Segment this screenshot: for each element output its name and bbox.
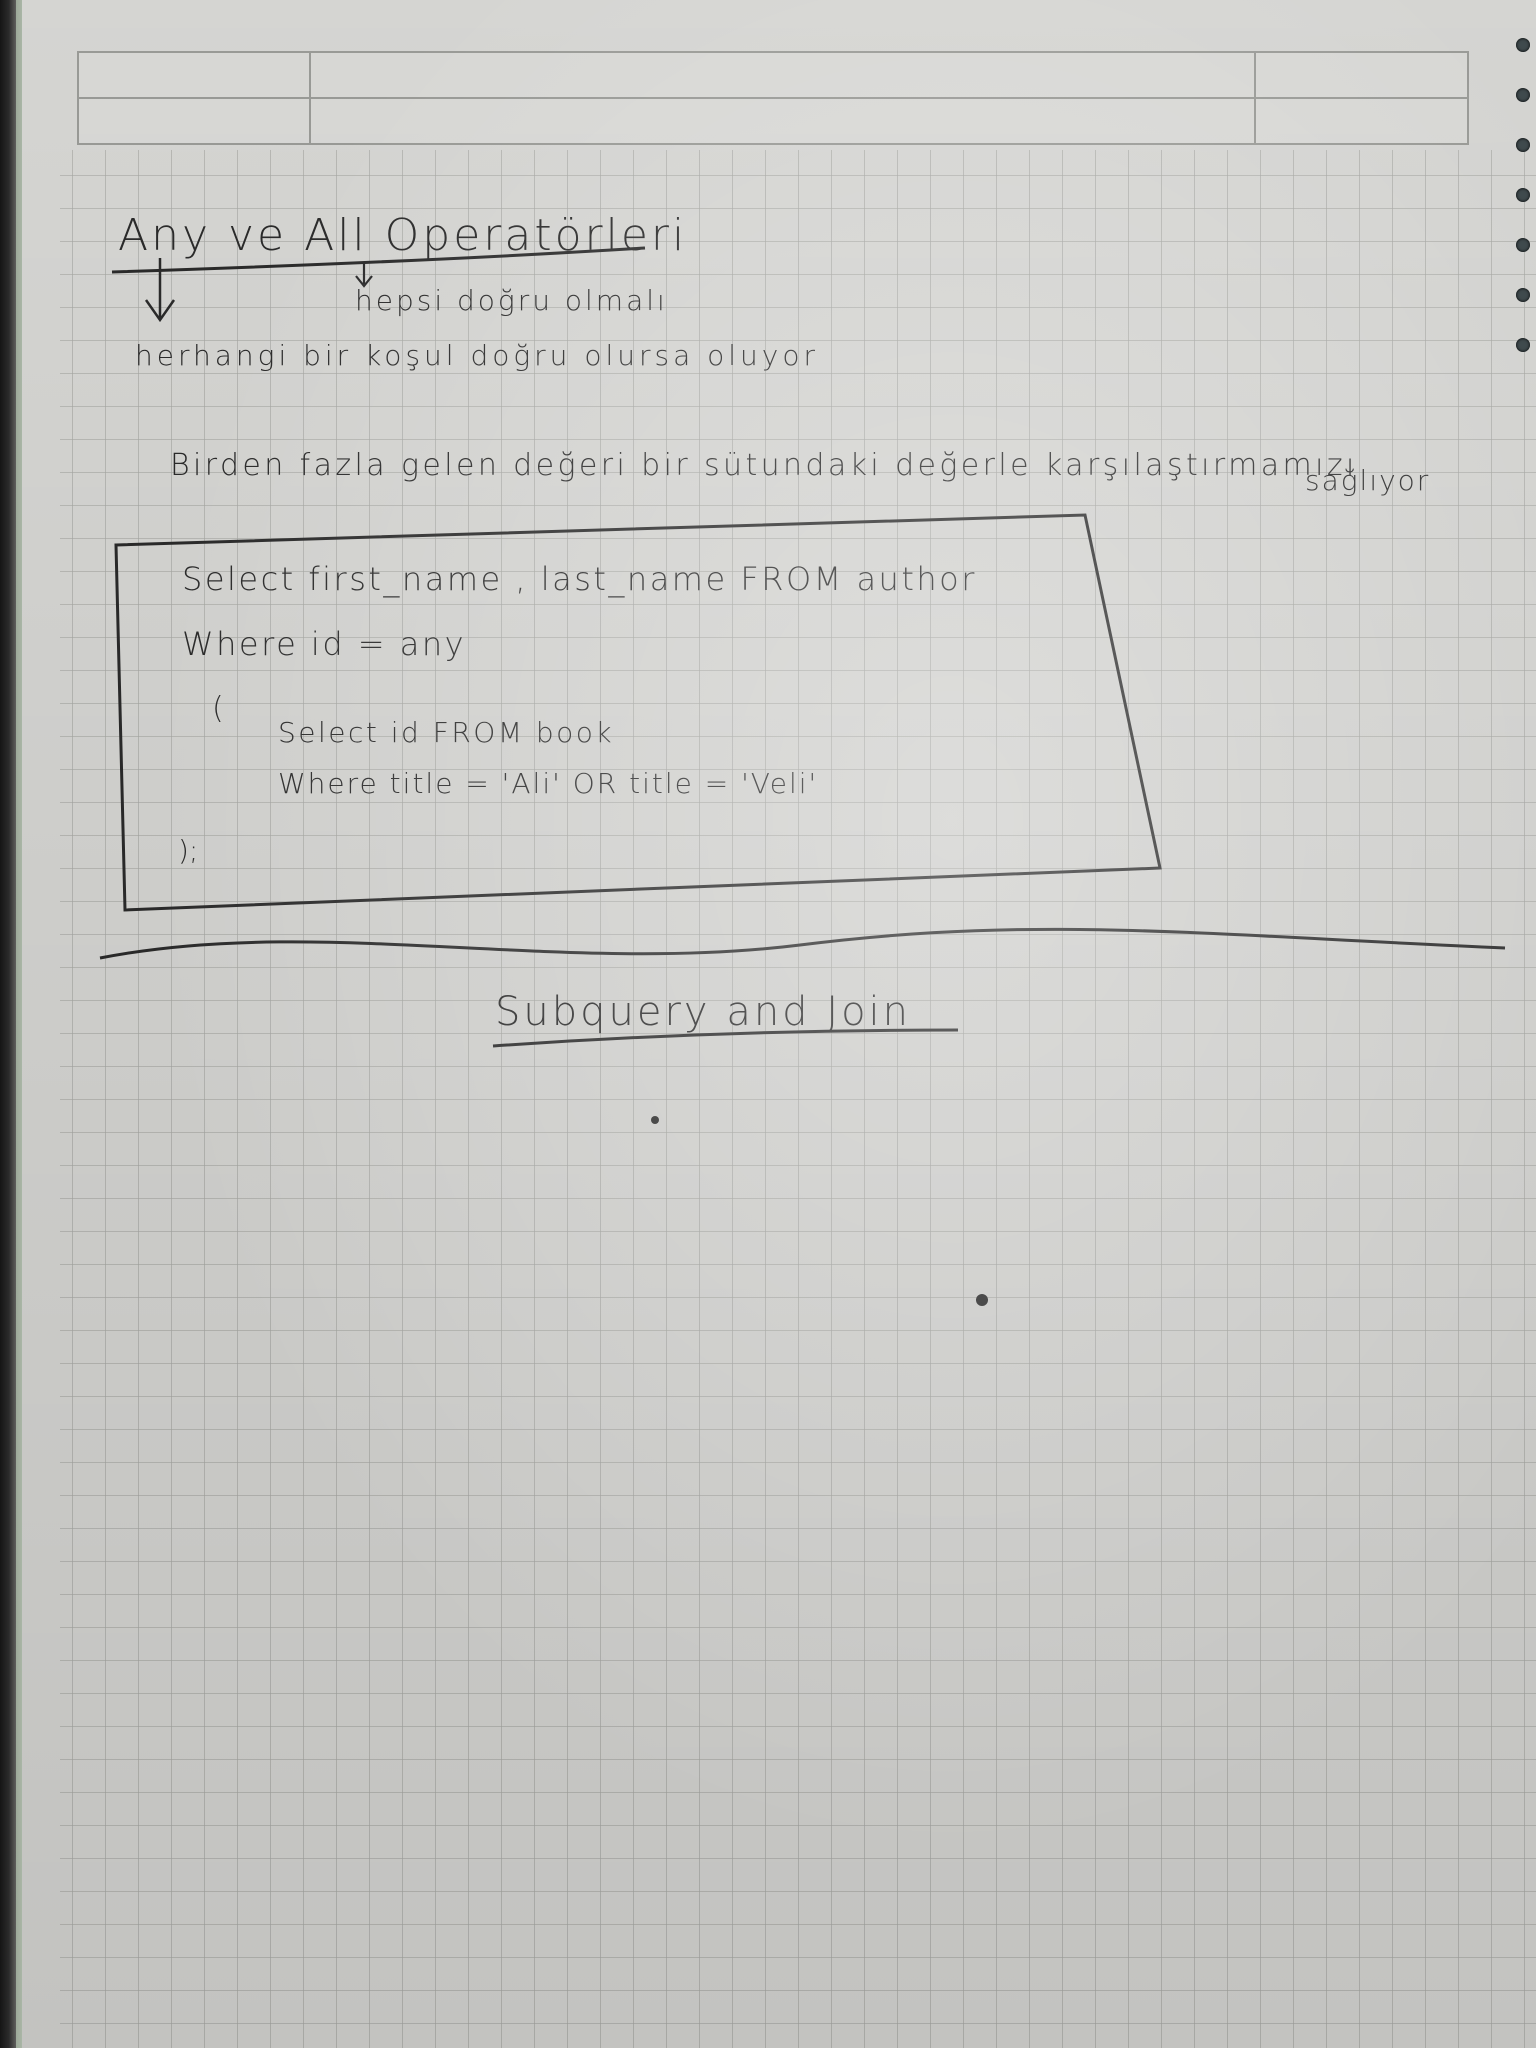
note-all: hepsi doğru olmalı	[355, 284, 668, 317]
header-box	[77, 51, 1469, 145]
code-line-1: Select first_name , last_name FROM autho…	[182, 560, 977, 598]
ink-dot	[651, 1116, 659, 1124]
spiral-hole-icon	[1516, 238, 1530, 252]
code-line-5: Where title = 'Ali' OR title = 'Veli'	[278, 767, 818, 800]
notebook-cover-edge	[16, 0, 22, 2048]
spiral-hole-icon	[1516, 188, 1530, 202]
page-title: Any ve All Operatörleri	[118, 210, 687, 261]
spiral-hole-icon	[1516, 338, 1530, 352]
code-line-4: Select id FROM book	[278, 716, 614, 749]
spiral-hole-icon	[1516, 38, 1530, 52]
spiral-hole-icon	[1516, 288, 1530, 302]
section-heading: Subquery and Join	[495, 989, 911, 1035]
code-line-3: (	[212, 691, 224, 726]
notebook-page: Any ve All Operatörleri hepsi doğru olma…	[0, 0, 1536, 2048]
ink-dot	[976, 1294, 988, 1306]
code-line-6: );	[178, 834, 198, 867]
note-any: herhangi bir koşul doğru olursa oluyor	[135, 339, 819, 372]
spiral-hole-icon	[1516, 138, 1530, 152]
code-line-2: Where id = any	[182, 625, 466, 663]
description-line-1: Birden fazla gelen değeri bir sütundaki …	[170, 448, 1358, 483]
grid-area	[60, 150, 1536, 2048]
spiral-hole-icon	[1516, 88, 1530, 102]
description-line-2: sağlıyor	[1305, 464, 1430, 497]
grid-paper: Any ve All Operatörleri hepsi doğru olma…	[60, 51, 1536, 2048]
